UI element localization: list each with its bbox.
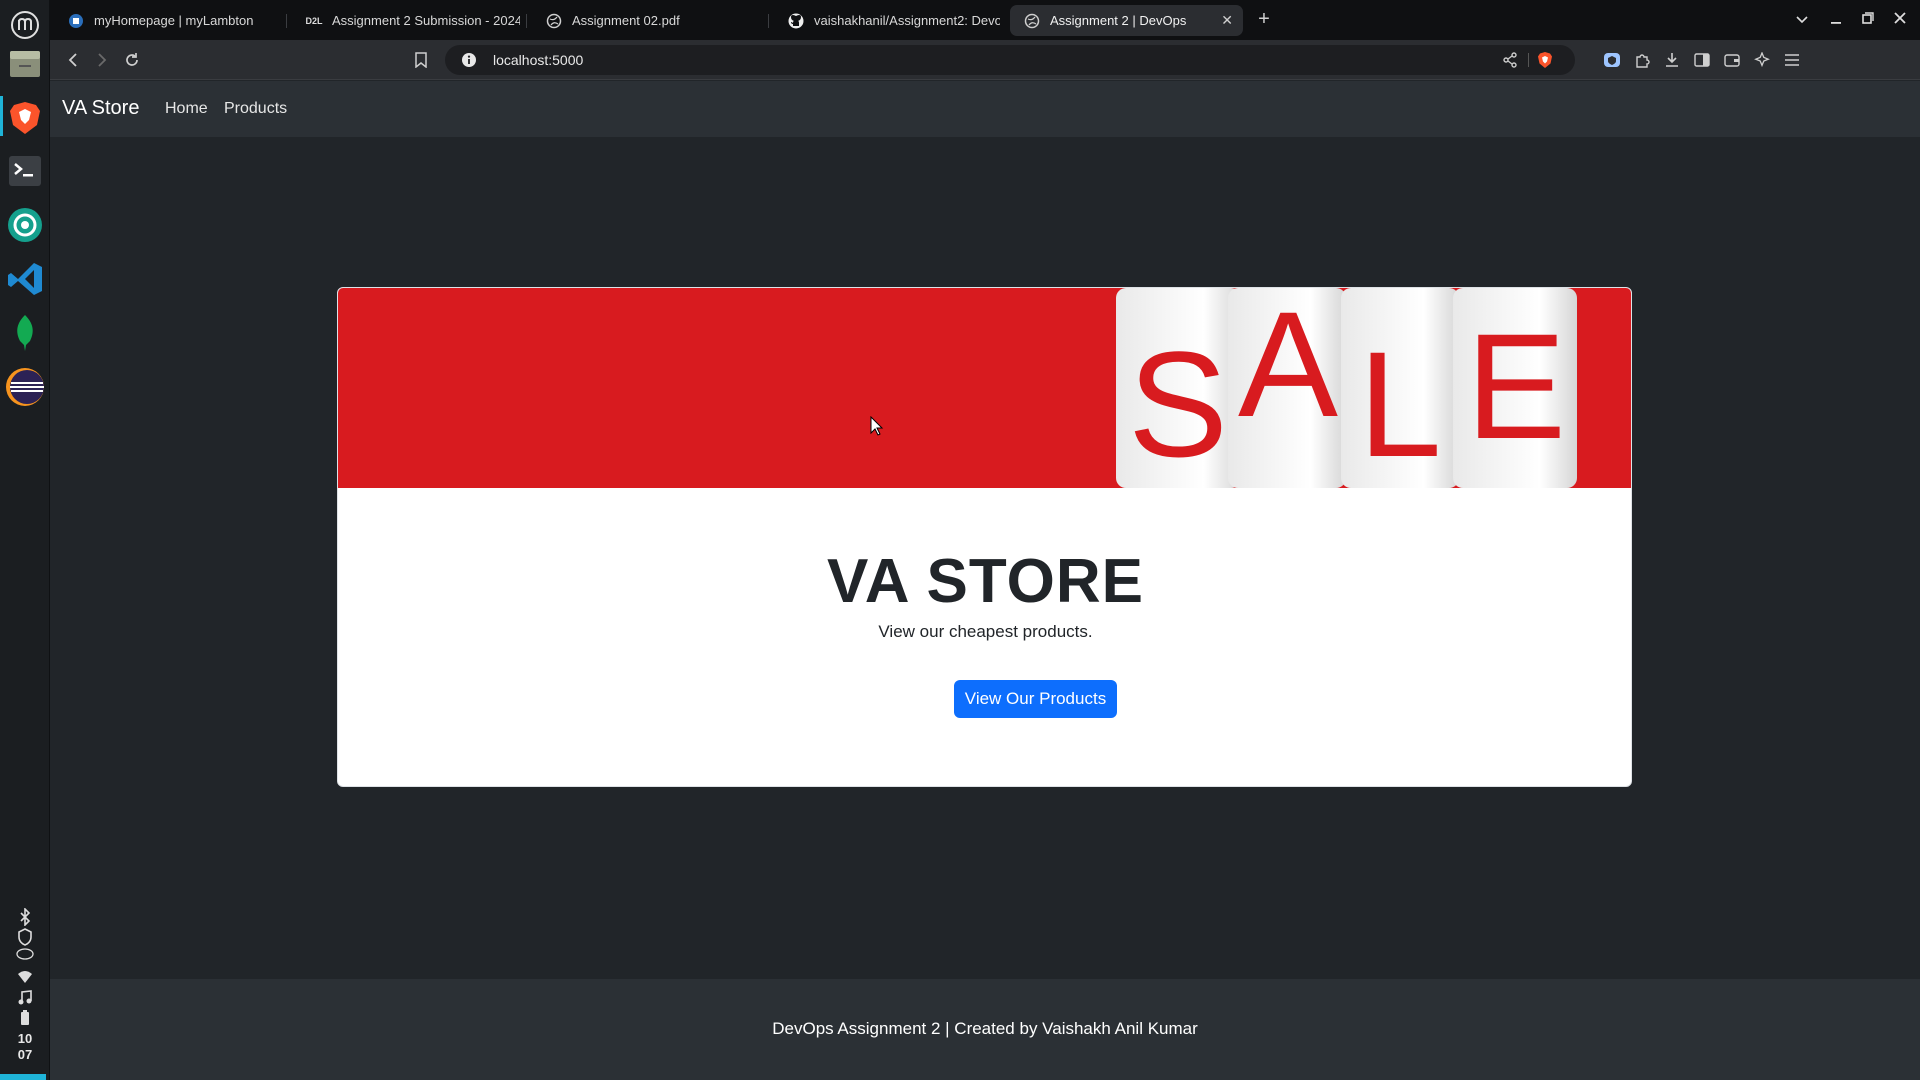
menu-hamburger-icon[interactable] <box>1781 49 1803 71</box>
maximize-button[interactable] <box>1856 8 1880 32</box>
os-panel: 10 07 <box>0 0 50 1080</box>
url-text[interactable]: localhost:5000 <box>493 52 583 68</box>
hero-title: VA STORE <box>827 547 1144 616</box>
tab-title: Assignment 2 Submission - 2024 <box>332 13 520 28</box>
view-products-button[interactable]: View Our Products <box>954 680 1117 718</box>
mongodb-compass-icon[interactable] <box>0 308 50 358</box>
banner-letter: E <box>1466 302 1566 470</box>
wifi-icon[interactable] <box>0 970 50 984</box>
tab-title: Assignment 02.pdf <box>572 13 680 28</box>
eclipse-icon[interactable] <box>0 362 50 412</box>
terminal-icon[interactable] <box>0 146 50 196</box>
mouse-cursor-icon <box>870 415 884 441</box>
minimize-button[interactable] <box>1824 8 1848 32</box>
brave-shields-icon[interactable] <box>1537 51 1553 74</box>
clock-hour: 10 <box>17 1031 33 1046</box>
globe-icon <box>1024 13 1040 29</box>
close-tab-icon[interactable]: ✕ <box>1221 12 1233 29</box>
vpn-shield-icon[interactable] <box>1601 49 1623 71</box>
lambton-icon <box>68 13 84 29</box>
tab-separator <box>526 14 527 28</box>
nav-home-link[interactable]: Home <box>165 100 208 118</box>
tab-mylambton[interactable]: myHomepage | myLambton <box>54 5 280 36</box>
globe-icon <box>546 13 562 29</box>
file-manager-icon[interactable] <box>0 38 50 88</box>
back-button[interactable] <box>62 49 84 71</box>
nav-products-link[interactable]: Products <box>224 100 287 118</box>
download-icon[interactable] <box>1661 49 1683 71</box>
tab-separator <box>286 14 287 28</box>
divider <box>1528 53 1529 67</box>
address-bar[interactable]: localhost:5000 <box>445 45 1575 75</box>
sale-banner-image: S A L E <box>338 288 1631 488</box>
browser-toolbar: localhost:5000 <box>50 40 1920 80</box>
banner-letter: L <box>1358 320 1441 488</box>
tab-title: myHomepage | myLambton <box>94 13 254 28</box>
brave-browser-icon[interactable] <box>0 93 50 143</box>
reload-button[interactable] <box>121 49 143 71</box>
new-tab-button[interactable]: + <box>1252 8 1276 32</box>
update-shield-icon[interactable] <box>0 928 50 946</box>
tab-github-repo[interactable]: vaishakhanil/Assignment2: Devo <box>774 5 1000 36</box>
intel-icon[interactable] <box>0 948 50 960</box>
site-footer: DevOps Assignment 2 | Created by Vaishak… <box>50 979 1920 1080</box>
site-navbar: VA Store Home Products <box>50 81 1920 137</box>
hero-card: S A L E VA STORE View our cheapest produ… <box>337 287 1632 787</box>
tab-separator <box>768 14 769 28</box>
bluetooth-icon[interactable] <box>0 908 50 926</box>
sidebar-toggle-icon[interactable] <box>1691 49 1713 71</box>
tab-list-chevron-icon[interactable] <box>1790 8 1814 32</box>
github-icon <box>788 13 804 29</box>
sound-icon[interactable] <box>0 990 50 1006</box>
sale-banner-art: S A L E <box>1116 288 1577 488</box>
forward-button[interactable] <box>91 49 113 71</box>
share-icon[interactable] <box>1503 52 1517 73</box>
web-page: VA Store Home Products S A L E VA STORE … <box>50 81 1920 1080</box>
clock-minute: 07 <box>17 1047 33 1062</box>
leo-ai-icon[interactable] <box>1751 49 1773 71</box>
vscode-icon[interactable] <box>0 254 50 304</box>
tab-assignment-pdf[interactable]: Assignment 02.pdf <box>532 5 762 36</box>
site-info-icon[interactable] <box>461 52 477 73</box>
battery-icon[interactable] <box>0 1010 50 1026</box>
tab-assignment-devops[interactable]: Assignment 2 | DevOps ✕ <box>1010 5 1243 36</box>
extensions-icon[interactable] <box>1631 49 1653 71</box>
banner-letter: A <box>1238 288 1338 448</box>
hero-subtitle: View our cheapest products. <box>878 622 1093 641</box>
banner-letter: S <box>1128 320 1228 488</box>
wallet-icon[interactable] <box>1721 49 1743 71</box>
workspace-indicator <box>0 1074 46 1080</box>
footer-text: DevOps Assignment 2 | Created by Vaishak… <box>772 1019 1198 1038</box>
bookmark-icon[interactable] <box>410 49 432 71</box>
camera-app-icon[interactable] <box>0 200 50 250</box>
clock[interactable]: 10 07 <box>0 1031 50 1063</box>
close-window-button[interactable] <box>1888 8 1912 32</box>
tab-bar: myHomepage | myLambton D2L Assignment 2 … <box>50 0 1920 40</box>
d2l-icon: D2L <box>305 15 323 26</box>
tab-assignment-submission[interactable]: D2L Assignment 2 Submission - 2024 <box>292 5 521 36</box>
tab-title: Assignment 2 | DevOps <box>1050 13 1187 28</box>
site-brand[interactable]: VA Store <box>62 97 139 120</box>
tab-title: vaishakhanil/Assignment2: Devo <box>814 13 1000 28</box>
